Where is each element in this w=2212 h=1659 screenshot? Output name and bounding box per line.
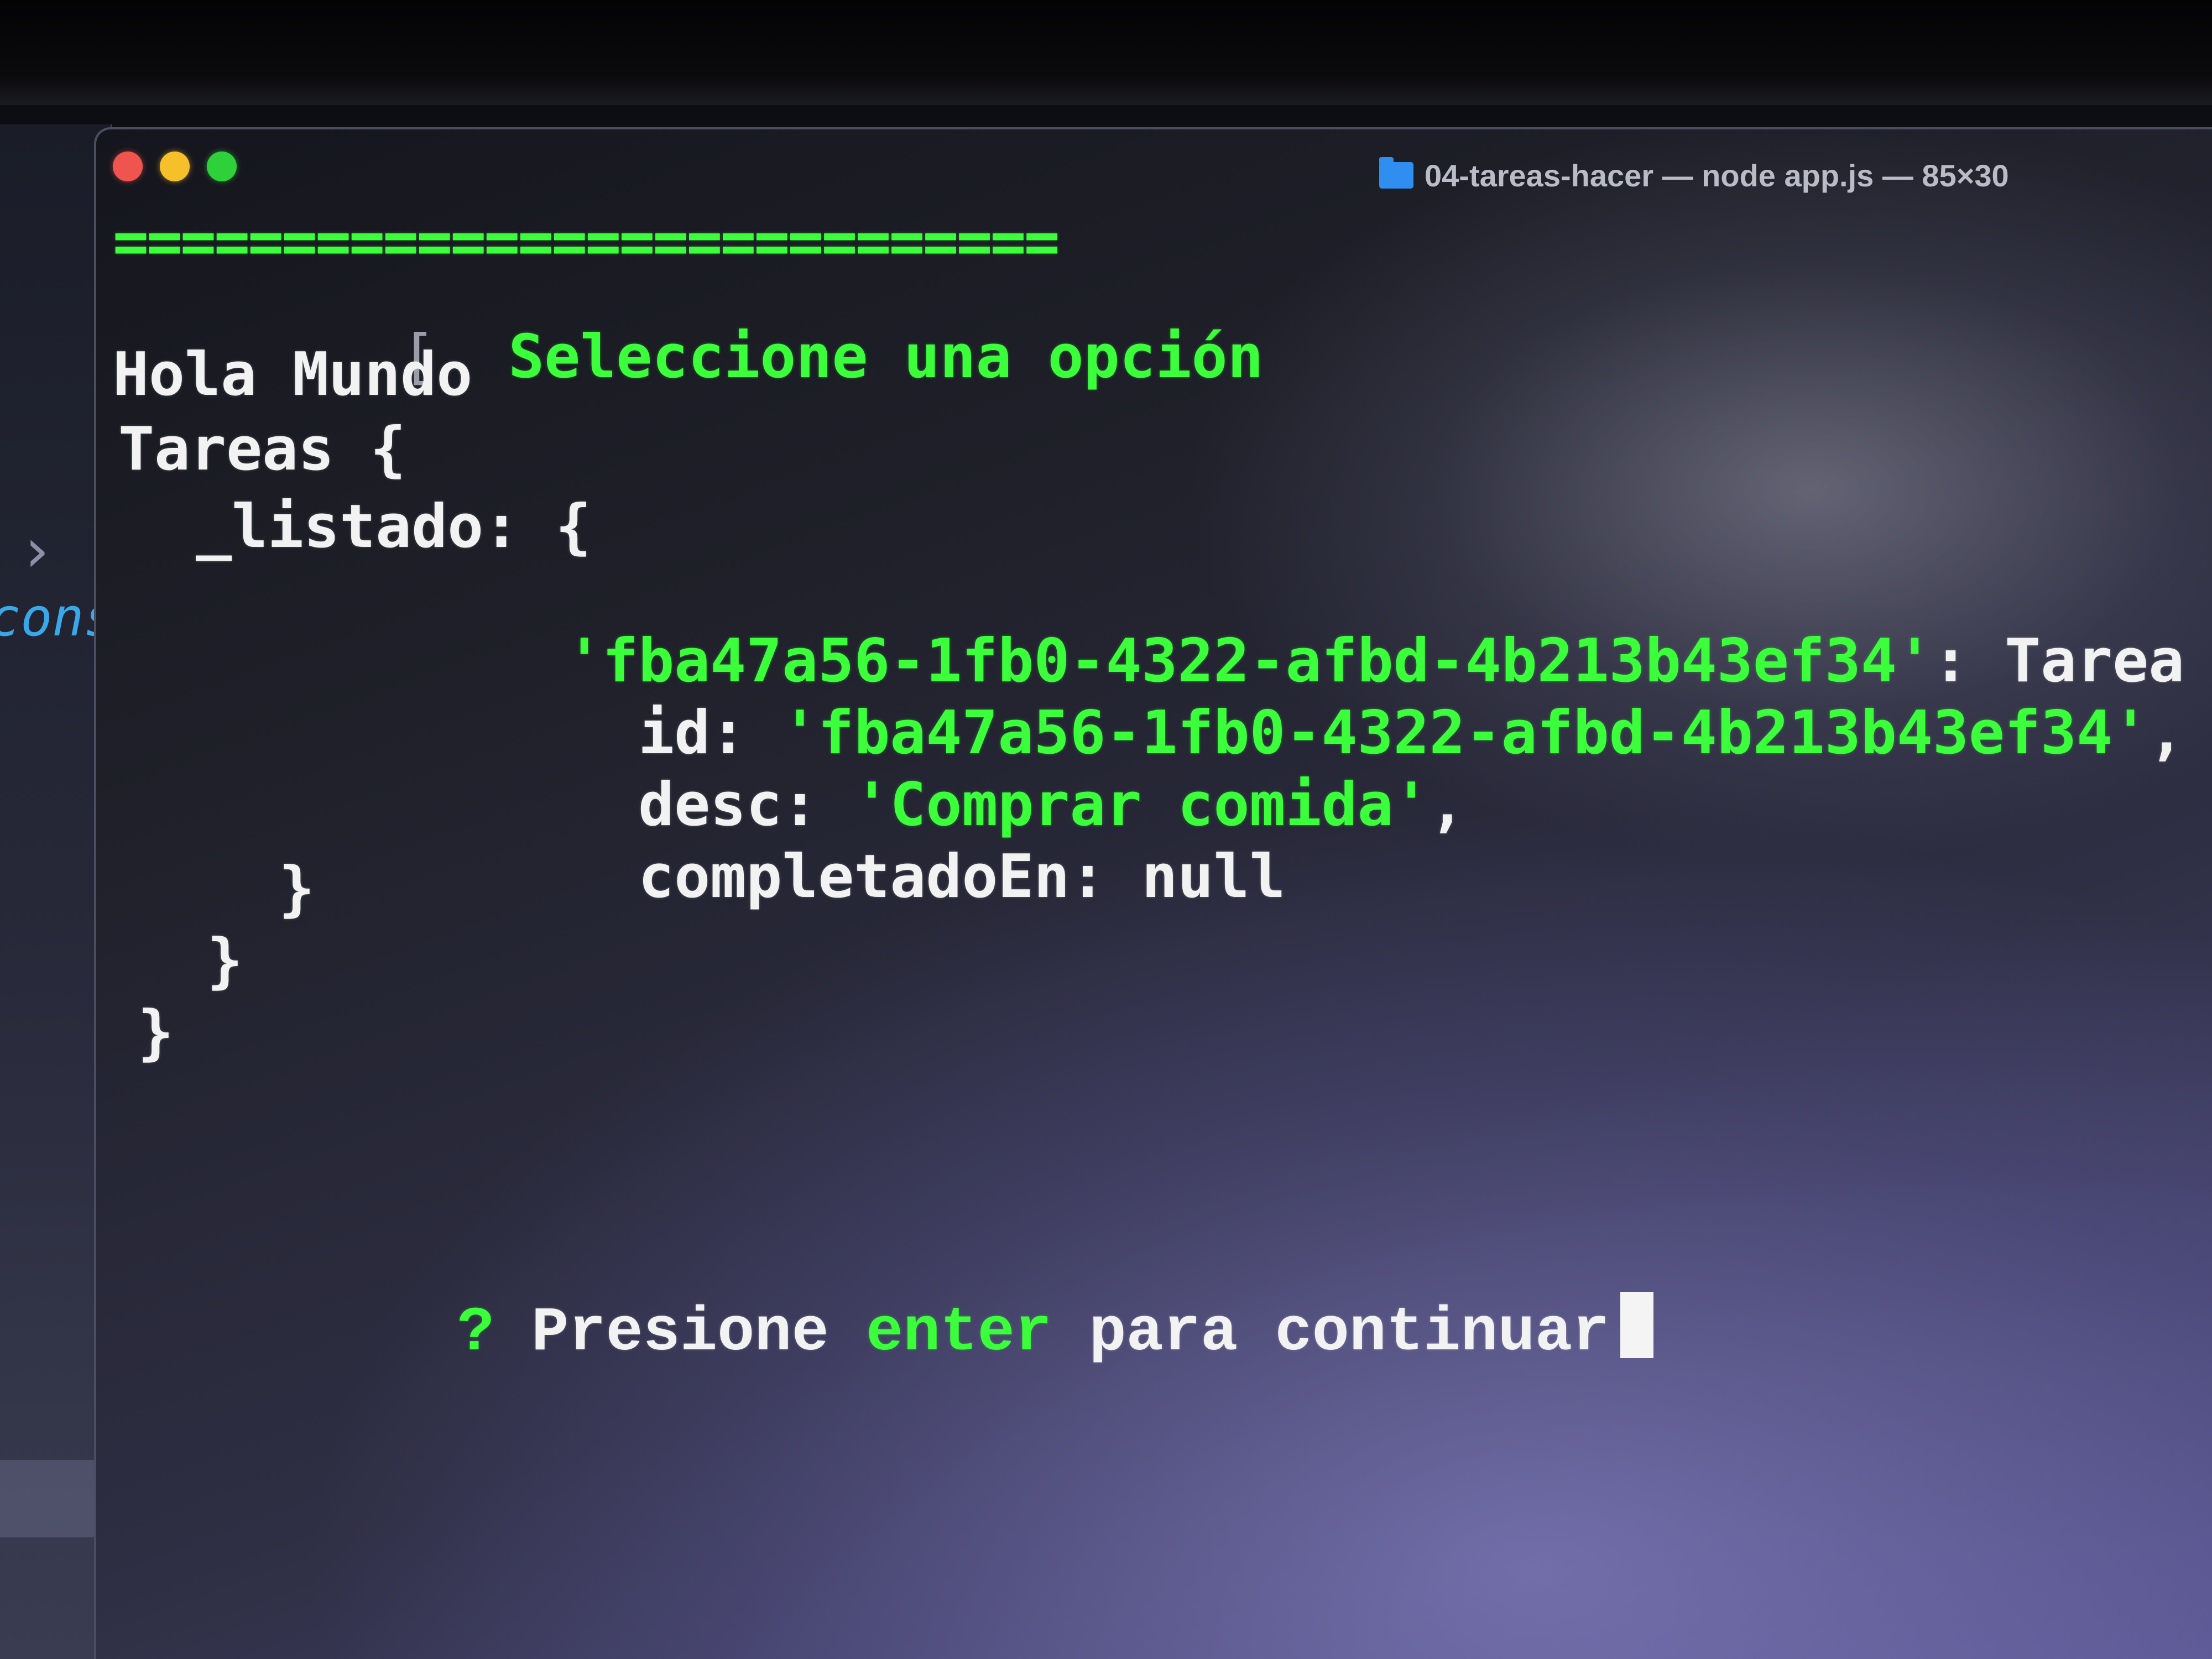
separator-line: ============================ <box>113 207 1060 276</box>
close-outer-brace: } <box>138 998 174 1067</box>
folder-icon <box>1379 157 1413 189</box>
completado-value: null <box>1141 842 1286 911</box>
prompt-word-presione: Presione <box>531 1298 829 1368</box>
prompt-word-para: para <box>1089 1298 1238 1368</box>
close-listado-brace: } <box>207 926 243 995</box>
prompt-question-mark: ? <box>457 1298 494 1368</box>
close-inner-brace: } <box>279 854 315 924</box>
menu-heading: Seleccione una opción <box>508 322 1264 392</box>
desc-comma: , <box>1429 770 1465 839</box>
terminal-cursor[interactable] <box>1620 1292 1654 1358</box>
id-comma: , <box>2148 698 2185 768</box>
close-window-button[interactable] <box>113 152 143 181</box>
task-completado-line: completadoEn: null <box>351 787 1286 967</box>
completado-label: completadoEn: <box>638 842 1106 911</box>
tareas-class-line: Tareas { <box>118 415 406 484</box>
prompt-word-enter: enter <box>866 1298 1052 1368</box>
monitor-bezel <box>0 0 2212 105</box>
hello-line: Hola Mundo <box>113 340 473 409</box>
terminal-window[interactable]: 04-tareas-hacer — node app.js — 85×30 ==… <box>94 127 2212 1659</box>
chevron-right-icon[interactable]: › <box>25 520 49 581</box>
listado-key-line: _listado: { <box>196 492 592 561</box>
zoom-window-button[interactable] <box>207 152 237 181</box>
prompt-word-continuar: continuar <box>1275 1298 1610 1368</box>
window-title-text: 04-tareas-hacer — node app.js — 85×30 <box>1425 158 2009 193</box>
continue-prompt-line[interactable]: ? Presione enter para continuar <box>160 1230 1654 1426</box>
screen: › [ cons 04-tareas-hacer — node app.js —… <box>0 0 2212 1659</box>
window-title: 04-tareas-hacer — node app.js — 85×30 <box>1379 156 2009 195</box>
terminal-titlebar[interactable]: 04-tareas-hacer — node app.js — 85×30 <box>96 129 2212 212</box>
minimize-window-button[interactable] <box>160 152 190 181</box>
